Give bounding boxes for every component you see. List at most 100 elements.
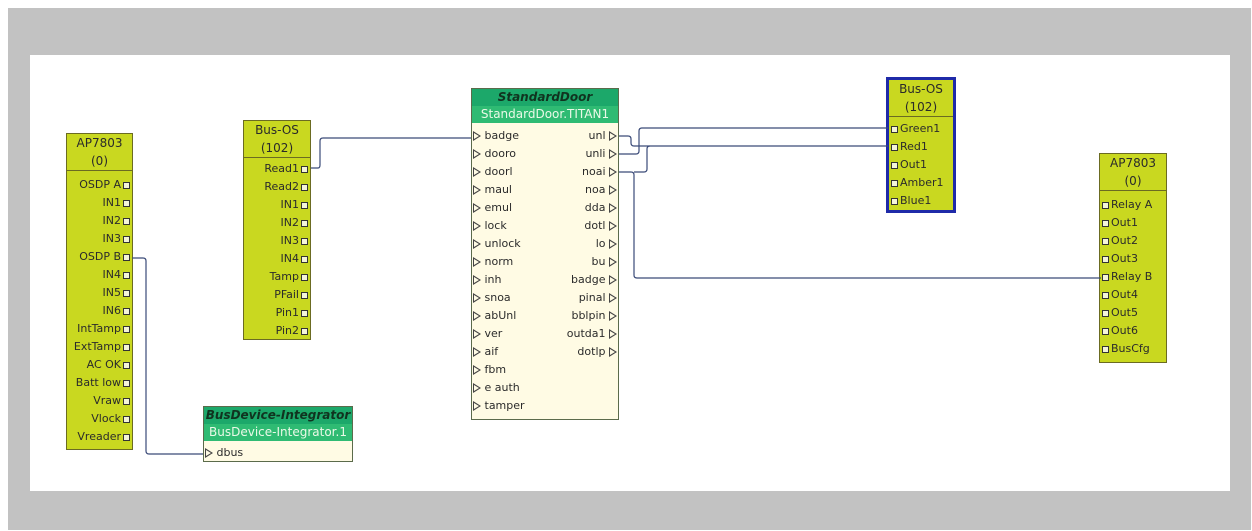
- port-connector-icon[interactable]: [1102, 255, 1109, 263]
- port-connector-icon[interactable]: [891, 143, 898, 151]
- port-connector-icon[interactable]: [301, 309, 308, 317]
- port-connector-icon[interactable]: [123, 397, 130, 405]
- input-arrow-icon[interactable]: [473, 257, 481, 267]
- port-pfail[interactable]: PFail: [274, 286, 310, 304]
- ap7803-left-block[interactable]: AP7803 (0) OSDP A IN1 IN2 IN3 OSDP B IN4…: [66, 133, 133, 450]
- input-arrow-icon[interactable]: [473, 365, 481, 375]
- output-arrow-icon[interactable]: [609, 329, 617, 339]
- input-badge[interactable]: badge: [473, 127, 519, 145]
- port-vreader[interactable]: Vreader: [77, 428, 132, 446]
- port-out5[interactable]: Out5: [1100, 304, 1138, 322]
- port-read1[interactable]: Read1: [264, 160, 310, 178]
- port-ac-ok[interactable]: AC OK: [87, 356, 132, 374]
- output-arrow-icon[interactable]: [609, 257, 617, 267]
- port-connector-icon[interactable]: [123, 361, 130, 369]
- port-connector-icon[interactable]: [301, 183, 308, 191]
- port-inttamp[interactable]: IntTamp: [77, 320, 132, 338]
- output-dotlp[interactable]: dotlp: [577, 343, 617, 361]
- port-connector-icon[interactable]: [1102, 201, 1109, 209]
- port-green1[interactable]: Green1: [889, 120, 940, 138]
- input-arrow-icon[interactable]: [473, 383, 481, 393]
- input-norm[interactable]: norm: [473, 253, 513, 271]
- ap7803-right-block[interactable]: AP7803 (0) Relay A Out1 Out2 Out3 Relay …: [1099, 153, 1167, 363]
- port-connector-icon[interactable]: [123, 271, 130, 279]
- output-arrow-icon[interactable]: [609, 239, 617, 249]
- port-out3[interactable]: Out3: [1100, 250, 1138, 268]
- input-fbm[interactable]: fbm: [473, 361, 506, 379]
- port-connector-icon[interactable]: [123, 235, 130, 243]
- port-buscfg[interactable]: BusCfg: [1100, 340, 1150, 358]
- bus-device-integrator-block[interactable]: BusDevice-Integrator BusDevice-Integrato…: [203, 406, 353, 462]
- output-badge[interactable]: badge: [571, 271, 617, 289]
- port-connector-icon[interactable]: [123, 433, 130, 441]
- port-pin2[interactable]: Pin2: [276, 322, 310, 340]
- port-in2[interactable]: IN2: [281, 214, 310, 232]
- output-arrow-icon[interactable]: [609, 293, 617, 303]
- output-arrow-icon[interactable]: [609, 311, 617, 321]
- input-arrow-icon[interactable]: [205, 448, 213, 458]
- input-snoa[interactable]: snoa: [473, 289, 511, 307]
- input-abunl[interactable]: abUnl: [473, 307, 516, 325]
- input-arrow-icon[interactable]: [473, 293, 481, 303]
- input-tamper[interactable]: tamper: [473, 397, 525, 415]
- input-arrow-icon[interactable]: [473, 167, 481, 177]
- input-arrow-icon[interactable]: [473, 275, 481, 285]
- port-connector-icon[interactable]: [1102, 309, 1109, 317]
- port-connector-icon[interactable]: [301, 273, 308, 281]
- port-in3[interactable]: IN3: [103, 230, 132, 248]
- port-in2[interactable]: IN2: [103, 212, 132, 230]
- port-connector-icon[interactable]: [1102, 219, 1109, 227]
- input-arrow-icon[interactable]: [473, 329, 481, 339]
- port-connector-icon[interactable]: [123, 325, 130, 333]
- output-bu[interactable]: bu: [592, 253, 617, 271]
- output-noai[interactable]: noai: [582, 163, 617, 181]
- port-red1[interactable]: Red1: [889, 138, 928, 156]
- port-in5[interactable]: IN5: [103, 284, 132, 302]
- input-arrow-icon[interactable]: [473, 311, 481, 321]
- output-arrow-icon[interactable]: [609, 185, 617, 195]
- port-connector-icon[interactable]: [123, 379, 130, 387]
- port-connector-icon[interactable]: [123, 289, 130, 297]
- input-aif[interactable]: aif: [473, 343, 498, 361]
- port-connector-icon[interactable]: [1102, 345, 1109, 353]
- port-osdp-b[interactable]: OSDP B: [79, 248, 132, 266]
- port-in3[interactable]: IN3: [281, 232, 310, 250]
- bus-os-right-block[interactable]: Bus-OS (102) Green1 Red1 Out1 Amber1 Blu…: [886, 77, 956, 213]
- input-unlock[interactable]: unlock: [473, 235, 521, 253]
- bus-os-left-block[interactable]: Bus-OS (102) Read1 Read2 IN1 IN2 IN3 IN4…: [243, 120, 311, 340]
- port-connector-icon[interactable]: [891, 179, 898, 187]
- port-connector-icon[interactable]: [1102, 327, 1109, 335]
- port-in1[interactable]: IN1: [281, 196, 310, 214]
- output-arrow-icon[interactable]: [609, 131, 617, 141]
- port-amber1[interactable]: Amber1: [889, 174, 944, 192]
- port-vraw[interactable]: Vraw: [93, 392, 132, 410]
- input-lock[interactable]: lock: [473, 217, 507, 235]
- input-dbus[interactable]: dbus: [205, 444, 243, 462]
- port-connector-icon[interactable]: [301, 201, 308, 209]
- output-arrow-icon[interactable]: [609, 275, 617, 285]
- port-in4[interactable]: IN4: [281, 250, 310, 268]
- output-unl[interactable]: unl: [589, 127, 617, 145]
- port-connector-icon[interactable]: [301, 327, 308, 335]
- port-connector-icon[interactable]: [123, 343, 130, 351]
- output-arrow-icon[interactable]: [609, 167, 617, 177]
- port-out6[interactable]: Out6: [1100, 322, 1138, 340]
- port-read2[interactable]: Read2: [264, 178, 310, 196]
- output-lo[interactable]: lo: [596, 235, 617, 253]
- output-dotl[interactable]: dotl: [584, 217, 617, 235]
- input-inh[interactable]: inh: [473, 271, 502, 289]
- port-connector-icon[interactable]: [301, 219, 308, 227]
- port-in6[interactable]: IN6: [103, 302, 132, 320]
- output-arrow-icon[interactable]: [609, 221, 617, 231]
- port-out1[interactable]: Out1: [1100, 214, 1138, 232]
- port-blue1[interactable]: Blue1: [889, 192, 931, 210]
- port-connector-icon[interactable]: [301, 237, 308, 245]
- input-arrow-icon[interactable]: [473, 221, 481, 231]
- port-connector-icon[interactable]: [891, 161, 898, 169]
- port-out4[interactable]: Out4: [1100, 286, 1138, 304]
- port-out1[interactable]: Out1: [889, 156, 927, 174]
- output-outda1[interactable]: outda1: [567, 325, 617, 343]
- input-doorl[interactable]: doorl: [473, 163, 513, 181]
- output-arrow-icon[interactable]: [609, 347, 617, 357]
- port-connector-icon[interactable]: [301, 291, 308, 299]
